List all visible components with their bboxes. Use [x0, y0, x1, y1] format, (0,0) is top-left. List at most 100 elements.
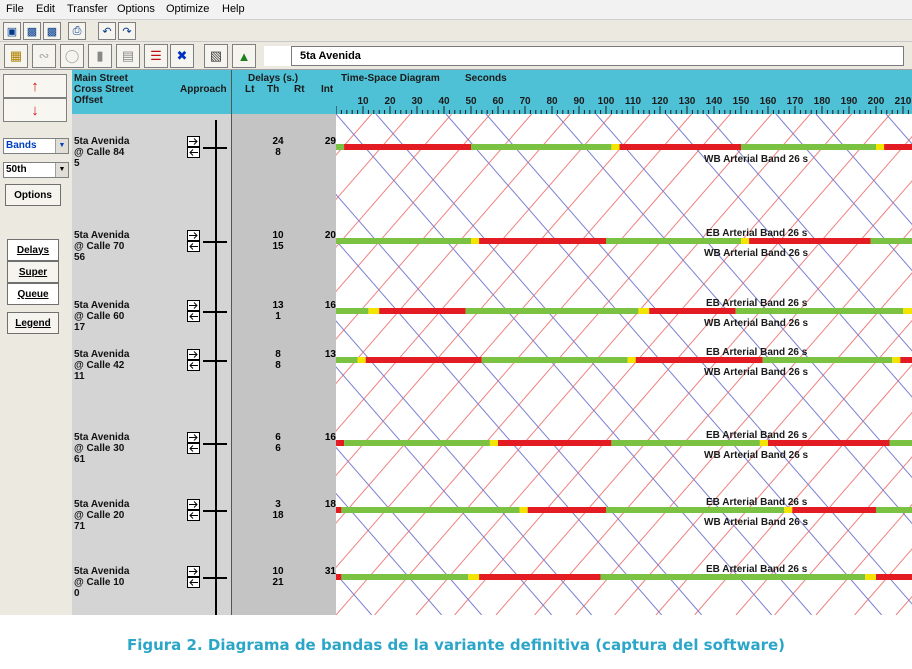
percentile-select[interactable]: 50th ▼	[3, 162, 69, 178]
link-tool-icon[interactable]: ∾	[32, 44, 56, 68]
intersection-main: 5ta Avenida	[74, 136, 130, 147]
time-space-diagram: WB Arterial Band 26 s EB Arterial Band 26…	[336, 114, 912, 615]
figure-caption: Figura 2. Diagrama de bandas de la varia…	[126, 636, 786, 654]
move-up-button[interactable]: ↑	[3, 74, 67, 98]
intersection-cross: @ Calle 20	[74, 510, 125, 521]
th-header: Th	[267, 84, 280, 95]
menu-help[interactable]: Help	[222, 3, 245, 15]
intersection-offset: 71	[74, 521, 86, 532]
intersection-delay: 16	[324, 300, 336, 311]
queue-button[interactable]: Queue	[7, 283, 59, 305]
report-icon[interactable]: ▧	[204, 44, 228, 68]
signal-phase-segment	[900, 357, 912, 363]
delays-button[interactable]: Delays	[7, 239, 59, 261]
through-delay: 10	[272, 566, 284, 577]
eb-band-line	[336, 114, 373, 156]
wb-band-line	[555, 114, 912, 525]
select-tool-icon[interactable]: ▦	[4, 44, 28, 68]
wb-band-label: WB Arterial Band 26 s	[704, 248, 809, 259]
eb-band-line	[694, 364, 912, 615]
intersection-cross: @ Calle 70	[74, 241, 125, 252]
menu-edit[interactable]: Edit	[36, 3, 55, 15]
intersection-main: 5ta Avenida	[74, 230, 130, 241]
intersection-name[interactable]: 5ta Avenida @ Calle 10 0	[74, 566, 129, 599]
signal-phase-segment	[365, 357, 482, 363]
eb-band-line	[336, 114, 731, 569]
route-index-field[interactable]	[264, 46, 292, 66]
approach-arrows-icon[interactable]	[187, 432, 201, 454]
eb-band-line	[614, 272, 912, 615]
super-button[interactable]: Super	[7, 261, 59, 283]
offset-header: Offset	[74, 95, 103, 106]
approach-arrows-icon[interactable]	[187, 230, 201, 252]
through-delay: 21	[272, 577, 284, 588]
approach-arrows-icon[interactable]	[187, 349, 201, 371]
undo-icon[interactable]: ↶	[98, 22, 116, 40]
intersection-offset: 56	[74, 252, 86, 263]
redo-icon[interactable]: ↷	[118, 22, 136, 40]
seconds-header: Seconds	[465, 73, 507, 84]
options-button[interactable]: Options	[5, 184, 61, 206]
intersection-name[interactable]: 5ta Avenida @ Calle 60 17	[74, 300, 129, 333]
wb-band-line	[485, 114, 912, 605]
wb-band-line	[595, 114, 912, 479]
save-as-icon[interactable]: ▩	[43, 22, 61, 40]
legend-button[interactable]: Legend	[7, 312, 59, 334]
signal-phase-segment	[379, 308, 466, 314]
wb-band-line	[775, 114, 912, 272]
signal-phase-segment	[892, 357, 901, 363]
view-select-value: Bands	[6, 140, 37, 151]
signal-phase-segment	[471, 238, 480, 244]
menu-transfer[interactable]: Transfer	[67, 3, 108, 15]
signal-phase-segment	[336, 507, 342, 513]
approach-arrows-icon[interactable]	[187, 499, 201, 521]
wb-band-line	[336, 446, 483, 615]
intersection-name[interactable]: 5ta Avenida @ Calle 20 71	[74, 499, 129, 532]
intersection-name[interactable]: 5ta Avenida @ Calle 84 5	[74, 136, 129, 169]
signal-phase-segment	[468, 574, 480, 580]
menu-options[interactable]: Options	[117, 3, 155, 15]
eb-band-line	[534, 180, 912, 615]
intersection-offset: 0	[74, 588, 80, 599]
chevron-down-icon[interactable]: ▼	[55, 139, 68, 153]
menu-file[interactable]: File	[6, 3, 24, 15]
signal-phase-segment	[344, 144, 471, 150]
approach-arrows-icon[interactable]	[187, 136, 201, 158]
print-icon[interactable]: ⎙	[68, 22, 86, 40]
time-space-icon[interactable]: ☰	[144, 44, 168, 68]
wb-band-line	[815, 114, 912, 226]
signal-phase-segment	[876, 144, 885, 150]
cross-street-header: Cross Street	[74, 84, 134, 95]
approach-header: Approach	[180, 84, 227, 95]
timing-tool-icon[interactable]: ▮	[88, 44, 112, 68]
intersection-name[interactable]: 5ta Avenida @ Calle 30 61	[74, 432, 129, 465]
signal-phase-segment	[611, 144, 620, 150]
menu-bar: File Edit Transfer Options Optimize Help	[0, 0, 912, 20]
approach-arrows-icon[interactable]	[187, 566, 201, 588]
view-select[interactable]: Bands ▼	[3, 138, 69, 154]
eb-band-line	[336, 114, 651, 477]
eb-band-label: EB Arterial Band 26 s	[706, 564, 808, 575]
intersection-main: 5ta Avenida	[74, 432, 130, 443]
analysis-icon[interactable]: ▲	[232, 44, 256, 68]
signal-phase-segment	[479, 238, 606, 244]
eb-band-label: EB Arterial Band 26 s	[706, 298, 808, 309]
signal-phase-segment	[870, 238, 912, 244]
wb-band-line	[375, 114, 813, 615]
move-down-button[interactable]: ↓	[3, 98, 67, 122]
approach-arrows-icon[interactable]	[187, 300, 201, 322]
phasing-tool-icon[interactable]: ▤	[116, 44, 140, 68]
signal-phase-segment	[368, 308, 380, 314]
bandwidth-icon[interactable]: ✖	[170, 44, 194, 68]
eb-band-line	[336, 114, 411, 201]
save-icon[interactable]: ▩	[23, 22, 41, 40]
intersection-name[interactable]: 5ta Avenida @ Calle 70 56	[74, 230, 129, 263]
intersection-main: 5ta Avenida	[74, 499, 130, 510]
intersection-name[interactable]: 5ta Avenida @ Calle 42 11	[74, 349, 129, 382]
open-folder-icon[interactable]: ▣	[3, 22, 21, 40]
eb-band-label: EB Arterial Band 26 s	[706, 497, 808, 508]
menu-optimize[interactable]: Optimize	[166, 3, 209, 15]
chevron-down-icon[interactable]: ▼	[55, 163, 68, 177]
node-tool-icon[interactable]: ◯	[60, 44, 84, 68]
column-divider	[231, 70, 232, 615]
